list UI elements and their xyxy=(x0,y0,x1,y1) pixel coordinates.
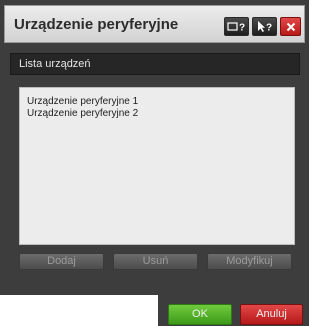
list-item[interactable]: Urządzenie peryferyjne 1 xyxy=(27,96,138,107)
device-list-header: Lista urządzeń xyxy=(10,53,300,75)
pointer-help-button[interactable]: ? xyxy=(252,17,277,36)
svg-text:?: ? xyxy=(266,23,272,34)
close-icon xyxy=(286,22,295,31)
window-help-icon: ? xyxy=(227,22,245,33)
title-bar: Urządzenie peryferyjne ? ? xyxy=(4,5,305,43)
add-button[interactable]: Dodaj xyxy=(19,253,104,270)
svg-text:?: ? xyxy=(239,23,245,33)
pointer-help-icon: ? xyxy=(258,21,272,34)
cancel-button[interactable]: Anuluj xyxy=(240,304,303,325)
peripheral-device-dialog: Urządzenie peryferyjne ? ? Lista urządze… xyxy=(0,0,309,295)
list-item[interactable]: Urządzenie peryferyjne 2 xyxy=(27,108,138,119)
window-help-button[interactable]: ? xyxy=(224,17,249,36)
close-button[interactable] xyxy=(280,17,301,36)
ok-button[interactable]: OK xyxy=(168,304,232,325)
device-list-label: Lista urządzeń xyxy=(19,58,91,70)
window-title: Urządzenie peryferyjne xyxy=(14,16,179,33)
remove-button[interactable]: Usuń xyxy=(113,253,198,270)
modify-button[interactable]: Modyfikuj xyxy=(207,253,292,270)
device-listbox[interactable]: Urządzenie peryferyjne 1 Urządzenie pery… xyxy=(19,87,295,245)
